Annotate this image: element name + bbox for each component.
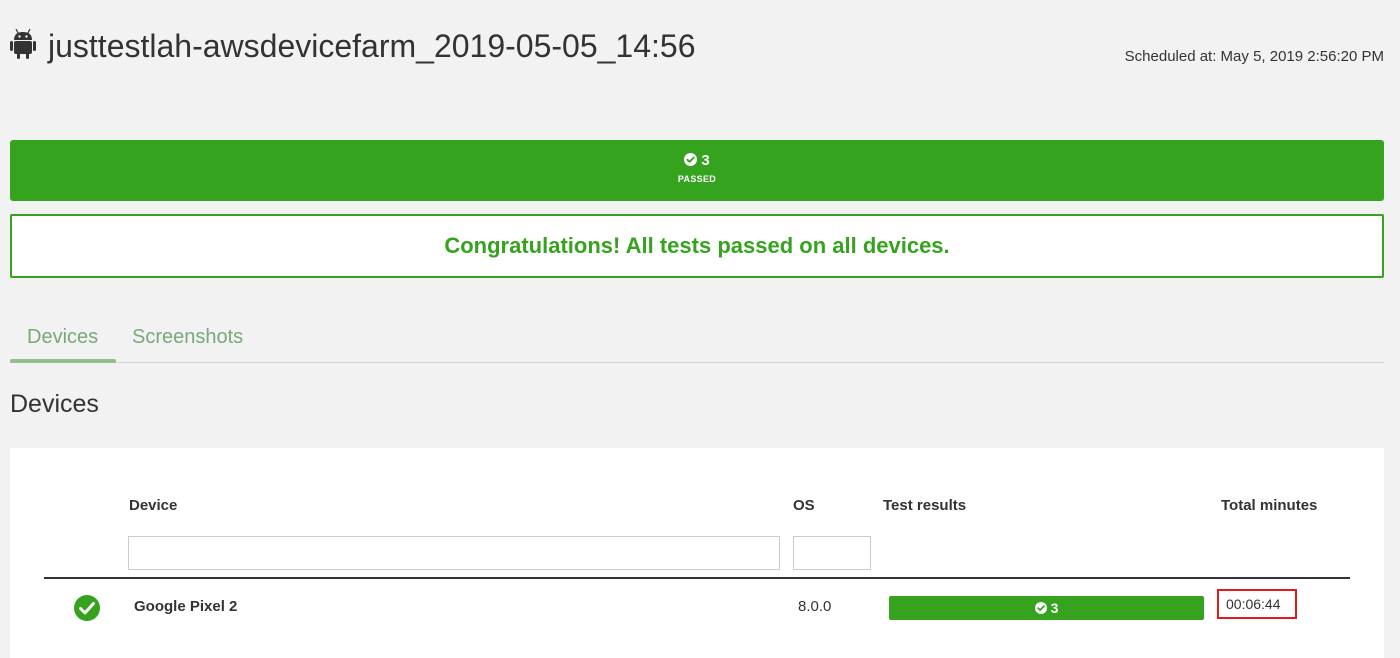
summary-bar[interactable]: 3 PASSED (10, 140, 1384, 201)
run-title: justtestlah-awsdevicefarm_2019-05-05_14:… (10, 22, 910, 70)
summary-label: PASSED (677, 174, 717, 184)
devices-table: Device OS Test results Total minutes Goo… (10, 448, 1384, 658)
congrats-message: Congratulations! All tests passed on all… (10, 214, 1384, 278)
test-results-bar[interactable]: 3 (889, 596, 1204, 620)
os-version: 8.0.0 (798, 598, 832, 615)
os-filter-input[interactable] (793, 536, 871, 570)
device-filter-input[interactable] (128, 536, 780, 570)
tab-bar: Devices Screenshots (10, 322, 1384, 363)
summary-count: 3 (10, 152, 1384, 169)
total-minutes-value: 00:06:44 (1226, 596, 1281, 612)
device-name[interactable]: Google Pixel 2 (134, 598, 237, 615)
column-header-test-results[interactable]: Test results (883, 497, 966, 514)
column-header-total-minutes[interactable]: Total minutes (1221, 497, 1317, 514)
section-title: Devices (10, 390, 99, 418)
tab-screenshots[interactable]: Screenshots (132, 326, 243, 349)
test-results-count: 3 (1050, 600, 1059, 616)
summary-count-value: 3 (701, 152, 710, 169)
column-header-os[interactable]: OS (793, 497, 815, 514)
scheduled-time: Scheduled at: May 5, 2019 2:56:20 PM (1124, 48, 1384, 65)
run-title-text: justtestlah-awsdevicefarm_2019-05-05_14:… (48, 28, 696, 64)
check-circle-icon (684, 153, 698, 166)
table-header-divider (44, 577, 1350, 579)
active-tab-indicator (10, 359, 116, 363)
android-icon (10, 29, 36, 59)
check-circle-icon (1034, 602, 1047, 614)
run-header: justtestlah-awsdevicefarm_2019-05-05_14:… (10, 22, 910, 70)
column-header-device[interactable]: Device (129, 497, 177, 514)
tab-devices[interactable]: Devices (27, 326, 98, 349)
check-circle-icon (74, 595, 100, 621)
